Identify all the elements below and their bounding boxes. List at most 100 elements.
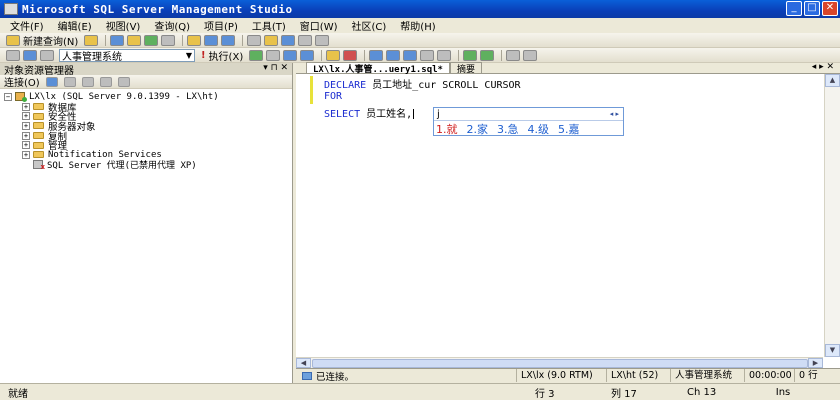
query-designer-icon[interactable] <box>300 49 315 61</box>
database-engine-query-icon[interactable] <box>84 34 99 46</box>
connect-plug-icon[interactable] <box>45 76 58 87</box>
toolbar-separator <box>105 34 107 46</box>
database-select[interactable]: 人事管理系统 ▼ <box>59 48 195 63</box>
object-explorer-icon[interactable] <box>264 34 279 46</box>
specify-values-icon[interactable] <box>326 49 341 61</box>
collapse-toggle-icon[interactable]: − <box>4 92 12 101</box>
tab-query-file[interactable]: LX\lx.人事管...uery1.sql* <box>306 62 450 75</box>
scroll-up-icon[interactable]: ▲ <box>825 74 840 87</box>
ime-page-arrows-icon[interactable]: ◂ ▸ <box>610 108 619 121</box>
maximize-button[interactable]: □ <box>804 1 820 16</box>
parse-checkmark-icon[interactable] <box>249 49 264 61</box>
ime-candidate[interactable]: 5.嘉 <box>558 121 580 137</box>
ime-candidate[interactable]: 1.就 <box>436 121 458 137</box>
ime-composition: j ◂ ▸ <box>434 108 623 121</box>
save-icon[interactable] <box>204 34 219 46</box>
uncomment-icon[interactable] <box>480 49 495 61</box>
tab-query-file-label: LX\lx.人事管...uery1.sql* <box>313 64 443 75</box>
menu-window[interactable]: 窗口(W) <box>300 18 338 33</box>
scroll-down-icon[interactable]: ▼ <box>825 344 840 357</box>
ime-candidate[interactable]: 2.家 <box>467 121 489 137</box>
sql-text: 员工姓名, <box>360 109 413 120</box>
expand-toggle-icon[interactable]: + <box>22 112 30 121</box>
menu-community[interactable]: 社区(C) <box>352 18 387 33</box>
horizontal-scroll-thumb[interactable] <box>312 359 808 368</box>
analysis-query-icon[interactable] <box>110 34 125 46</box>
menu-project[interactable]: 项目(P) <box>204 18 238 33</box>
new-query-icon[interactable] <box>6 34 20 46</box>
tab-scroll-close-controls[interactable]: ◂ ▸ ✕ <box>812 62 834 72</box>
new-query-button[interactable]: 新建查询(N) <box>23 33 78 48</box>
horizontal-scrollbar[interactable]: ◀ ▶ <box>296 357 823 368</box>
menu-bar: 文件(F) 编辑(E) 视图(V) 查询(Q) 项目(P) 工具(T) 窗口(W… <box>0 18 840 33</box>
disconnect-icon[interactable] <box>40 49 54 61</box>
document-tab-strip: LX\lx.人事管...uery1.sql* 摘要 ◂ ▸ ✕ <box>296 62 840 75</box>
display-plan-icon[interactable] <box>283 49 298 61</box>
code-line-2: FOR <box>324 91 342 102</box>
scroll-right-icon[interactable]: ▶ <box>808 358 823 368</box>
dmx-query-icon[interactable] <box>144 34 159 46</box>
properties-icon[interactable] <box>298 34 313 46</box>
filter-icon[interactable] <box>117 76 130 87</box>
object-explorer-toolbar: 连接(O) <box>0 75 292 89</box>
stop-icon[interactable] <box>343 49 358 61</box>
toolbar-options-icon[interactable] <box>315 34 330 46</box>
change-connection-icon[interactable] <box>23 49 37 61</box>
status-server: LX\lx (9.0 RTM) <box>516 369 606 382</box>
decrease-indent-icon[interactable] <box>506 49 521 61</box>
close-button[interactable]: ✕ <box>822 1 838 16</box>
refresh-icon[interactable] <box>99 76 112 87</box>
comment-icon[interactable] <box>463 49 478 61</box>
menu-view[interactable]: 视图(V) <box>106 18 141 33</box>
folder-icon <box>33 122 44 130</box>
status-insert-mode: Ins <box>775 386 791 398</box>
execute-button[interactable]: ! 执行(X) <box>201 48 243 63</box>
toolbar-separator <box>501 49 503 61</box>
include-plan-icon[interactable] <box>369 49 384 61</box>
scroll-left-icon[interactable]: ◀ <box>296 358 311 368</box>
sql-agent-icon <box>33 160 45 171</box>
registered-servers-icon[interactable] <box>247 34 262 46</box>
status-ready: 就绪 <box>8 388 28 400</box>
expand-toggle-icon[interactable]: + <box>22 141 30 150</box>
menu-help[interactable]: 帮助(H) <box>400 18 435 33</box>
menu-query[interactable]: 查询(Q) <box>154 18 190 33</box>
expand-toggle-icon[interactable]: + <box>22 121 30 130</box>
chevron-down-icon: ▼ <box>185 50 192 60</box>
expand-toggle-icon[interactable]: + <box>22 102 30 111</box>
xmla-query-icon[interactable] <box>161 34 176 46</box>
tab-summary[interactable]: 摘要 <box>449 62 482 75</box>
save-all-icon[interactable] <box>221 34 236 46</box>
menu-tools[interactable]: 工具(T) <box>252 18 286 33</box>
open-file-icon[interactable] <box>187 34 202 46</box>
expand-toggle-icon[interactable]: + <box>22 131 30 140</box>
connection-status-text: 已连接。 <box>316 371 355 383</box>
menu-file[interactable]: 文件(F) <box>10 18 44 33</box>
disconnect-icon[interactable] <box>63 76 76 87</box>
window-title: Microsoft SQL Server Management Studio <box>22 2 293 16</box>
minimize-button[interactable]: _ <box>786 1 802 16</box>
expand-toggle-icon[interactable]: + <box>22 150 30 159</box>
increase-indent-icon[interactable] <box>523 49 538 61</box>
ime-candidate[interactable]: 3.急 <box>497 121 519 137</box>
tree-folder-management[interactable]: + 管理 <box>4 140 292 152</box>
tree-sql-agent-node[interactable]: SQL Server 代理(已禁用代理 XP) <box>4 160 292 171</box>
connect-icon[interactable] <box>6 49 20 61</box>
cancel-query-icon[interactable] <box>266 49 281 61</box>
results-to-file-icon[interactable] <box>437 49 452 61</box>
ime-candidate[interactable]: 4.级 <box>528 121 550 137</box>
mdx-query-icon[interactable] <box>127 34 142 46</box>
sql-keyword: FOR <box>324 91 343 102</box>
results-to-text-icon[interactable] <box>403 49 418 61</box>
code-line-1: DECLARE 员工地址_cur SCROLL CURSOR <box>324 76 521 91</box>
template-explorer-icon[interactable] <box>281 34 296 46</box>
menu-edit[interactable]: 编辑(E) <box>58 18 92 33</box>
stop-icon[interactable] <box>81 76 94 87</box>
results-to-grid-icon[interactable] <box>420 49 435 61</box>
toolbar-separator <box>182 34 184 46</box>
client-statistics-icon[interactable] <box>386 49 401 61</box>
panel-controls[interactable]: ▾ ⊓ ✕ <box>263 63 288 73</box>
vertical-scrollbar[interactable]: ▲ ▼ <box>824 74 840 357</box>
status-bar: 就绪 行 3 列 17 Ch 13 Ins <box>0 383 840 400</box>
folder-icon <box>33 132 44 140</box>
